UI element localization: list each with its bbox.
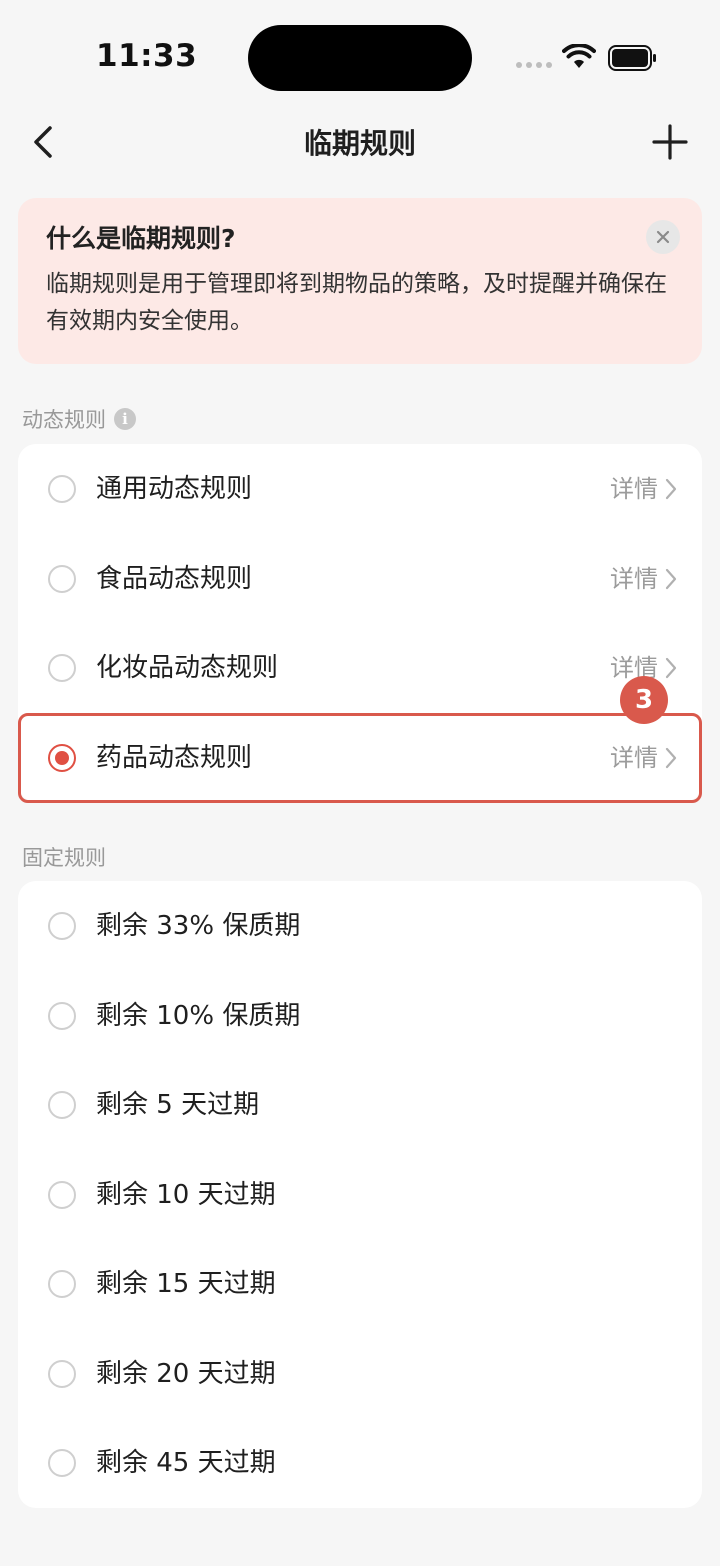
- radio-unselected-icon[interactable]: [48, 1091, 76, 1119]
- radio-unselected-icon[interactable]: [48, 1180, 76, 1209]
- details-link[interactable]: 详情: [610, 741, 678, 775]
- rule-option-label: 剩余 15 天过期: [96, 1269, 276, 1299]
- radio-unselected-icon[interactable]: [48, 1359, 76, 1388]
- radio-unselected-icon[interactable]: [48, 1449, 76, 1477]
- dynamic-rules-header: 动态规则 i: [22, 404, 136, 434]
- dynamic-island: [248, 25, 472, 91]
- chevron-right-icon: [665, 478, 677, 500]
- details-link-label: 详情: [610, 475, 658, 503]
- fixed-rules-list: 剩余 33% 保质期 剩余 10% 保质期 剩余 5 天过期 剩余 10 天过期 剩余 …: [18, 881, 702, 1508]
- rule-option-row[interactable]: 剩余 15 天过期: [18, 1239, 702, 1329]
- radio-unselected-icon[interactable]: [48, 475, 76, 503]
- nav-bar: 临期规则: [0, 110, 720, 174]
- chevron-right-icon: [665, 568, 677, 589]
- details-link-label: 详情: [610, 743, 658, 772]
- rule-option-label: 食品动态规则: [96, 563, 253, 594]
- info-banner-title: 什么是临期规则?: [46, 224, 236, 253]
- radio-unselected-icon[interactable]: [48, 1270, 76, 1298]
- chevron-right-icon: [665, 747, 677, 768]
- rule-option-label: 剩余 20 天过期: [96, 1358, 276, 1389]
- rule-option-label: 剩余 5 天过期: [96, 1090, 260, 1120]
- rule-option-row[interactable]: 剩余 45 天过期: [18, 1418, 702, 1508]
- rule-option-label: 剩余 10% 保质期: [96, 1000, 301, 1031]
- rule-option-row[interactable]: 通用动态规则 详情: [18, 444, 702, 534]
- details-link[interactable]: 详情: [610, 562, 678, 596]
- close-icon: [656, 230, 670, 244]
- radio-unselected-icon[interactable]: [48, 564, 76, 593]
- cellular-signal-icon: [516, 62, 552, 70]
- chevron-right-icon: [665, 657, 677, 679]
- rule-option-row[interactable]: 剩余 33% 保质期: [18, 881, 702, 971]
- radio-unselected-icon[interactable]: [48, 1001, 76, 1030]
- status-bar: 11:33: [0, 0, 720, 110]
- radio-unselected-icon[interactable]: [48, 654, 76, 682]
- rule-option-label: 通用动态规则: [96, 474, 253, 504]
- status-time: 11:33: [96, 38, 198, 74]
- info-icon[interactable]: i: [114, 408, 136, 430]
- details-link-label: 详情: [610, 564, 658, 593]
- add-rule-icon[interactable]: [650, 122, 690, 162]
- rule-option-row[interactable]: 剩余 20 天过期: [18, 1329, 702, 1419]
- rule-option-label: 剩余 33% 保质期: [96, 911, 301, 941]
- close-banner-button[interactable]: [646, 220, 680, 254]
- info-banner-body: 临期规则是用于管理即将到期物品的策略，及时提醒并确保在有效期内安全使用。: [46, 271, 667, 334]
- info-banner: 什么是临期规则? 临期规则是用于管理即将到期物品的策略，及时提醒并确保在有效期内…: [18, 198, 702, 364]
- rule-option-label: 剩余 45 天过期: [96, 1448, 276, 1478]
- details-link[interactable]: 详情: [610, 472, 678, 506]
- radio-unselected-icon[interactable]: [48, 912, 76, 940]
- rule-option-label: 化妆品动态规则: [96, 653, 279, 683]
- rule-option-row[interactable]: 剩余 10% 保质期: [18, 971, 702, 1061]
- step-badge: 3: [620, 676, 668, 724]
- fixed-rules-header: 固定规则: [22, 842, 106, 872]
- rule-option-row[interactable]: 药品动态规则 详情: [18, 713, 702, 803]
- page-title: 临期规则: [303, 127, 416, 160]
- battery-icon: [608, 45, 656, 71]
- rule-option-label: 剩余 10 天过期: [96, 1179, 276, 1210]
- section-title: 动态规则: [22, 408, 106, 432]
- radio-selected-icon[interactable]: [48, 743, 76, 772]
- rule-option-row[interactable]: 化妆品动态规则 详情: [18, 623, 702, 713]
- wifi-icon: [562, 44, 596, 68]
- rule-option-row[interactable]: 剩余 10 天过期: [18, 1150, 702, 1240]
- rule-option-label: 药品动态规则: [96, 742, 253, 773]
- dynamic-rules-list: 通用动态规则 详情 食品动态规则 详情 化妆品动态规则 详情 药品动态规则 详情: [18, 444, 702, 802]
- section-title: 固定规则: [22, 846, 106, 870]
- rule-option-row[interactable]: 剩余 5 天过期: [18, 1060, 702, 1150]
- rule-option-row[interactable]: 食品动态规则 详情: [18, 534, 702, 624]
